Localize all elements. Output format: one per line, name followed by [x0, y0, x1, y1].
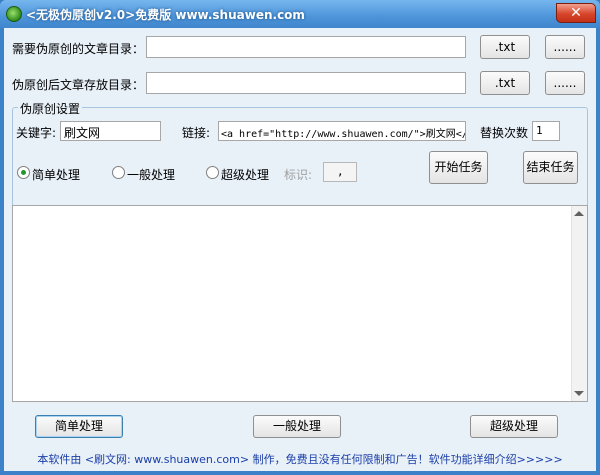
source-dir-input[interactable]	[146, 36, 466, 58]
scroll-up-icon[interactable]	[574, 211, 584, 216]
keyword-value: 刷文网	[64, 126, 101, 140]
replace-count-value: 1	[536, 124, 543, 137]
app-window: <无极伪原创v2.0>免费版 www.shuawen.com ✕ 需要伪原创的文…	[0, 0, 600, 475]
keyword-input[interactable]: 刷文网	[60, 121, 161, 141]
scroll-down-icon[interactable]	[574, 391, 584, 396]
window-title: <无极伪原创v2.0>免费版 www.shuawen.com	[26, 8, 305, 22]
source-dir-label: 需要伪原创的文章目录：	[12, 42, 145, 56]
source-browse-button[interactable]: ......	[545, 35, 585, 59]
link-value: <a href="http://www.shuawen.com/">刷文网</a…	[221, 129, 466, 140]
link-input[interactable]: <a href="http://www.shuawen.com/">刷文网</a…	[218, 121, 466, 141]
simple-mode-label: 简单处理	[32, 168, 81, 182]
normal-mode-label: 一般处理	[127, 168, 176, 182]
output-ext-button[interactable]: .txt	[480, 71, 530, 95]
stop-task-button[interactable]: 结束任务	[523, 151, 578, 184]
start-task-button[interactable]: 开始任务	[429, 151, 488, 184]
super-mode-label: 超级处理	[221, 168, 270, 182]
close-button[interactable]: ✕	[556, 3, 596, 23]
normal-process-button[interactable]: 一般处理	[253, 415, 341, 438]
marker-label: 标识:	[284, 168, 313, 182]
title-bar: <无极伪原创v2.0>免费版 www.shuawen.com ✕	[0, 0, 600, 28]
simple-mode-radio[interactable]	[17, 166, 30, 179]
super-mode-radio[interactable]	[206, 166, 219, 179]
normal-mode-radio[interactable]	[112, 166, 125, 179]
source-ext-button[interactable]: .txt	[480, 35, 530, 59]
client-area: 需要伪原创的文章目录： .txt ...... 伪原创后文章存放目录： .txt…	[4, 28, 596, 471]
keyword-label: 关键字:	[16, 126, 57, 140]
app-icon	[6, 6, 22, 22]
replace-count-input[interactable]: 1	[532, 121, 560, 141]
link-label: 链接:	[182, 126, 211, 140]
replace-count-label: 替换次数	[480, 126, 529, 140]
simple-process-button[interactable]: 简单处理	[35, 415, 123, 438]
footer-link[interactable]: 本软件由 <刷文网: www.shuawen.com> 制作，免费且没有任何限制…	[4, 451, 596, 467]
settings-group-title: 伪原创设置	[18, 100, 83, 117]
output-dir-input[interactable]	[146, 72, 466, 94]
marker-input[interactable]: ,	[323, 162, 357, 182]
marker-value: ,	[337, 165, 344, 178]
super-process-button[interactable]: 超级处理	[470, 415, 558, 438]
output-dir-label: 伪原创后文章存放目录：	[12, 78, 145, 92]
output-browse-button[interactable]: ......	[545, 71, 585, 95]
log-scrollbar[interactable]	[571, 206, 587, 401]
log-textarea[interactable]	[12, 205, 588, 402]
